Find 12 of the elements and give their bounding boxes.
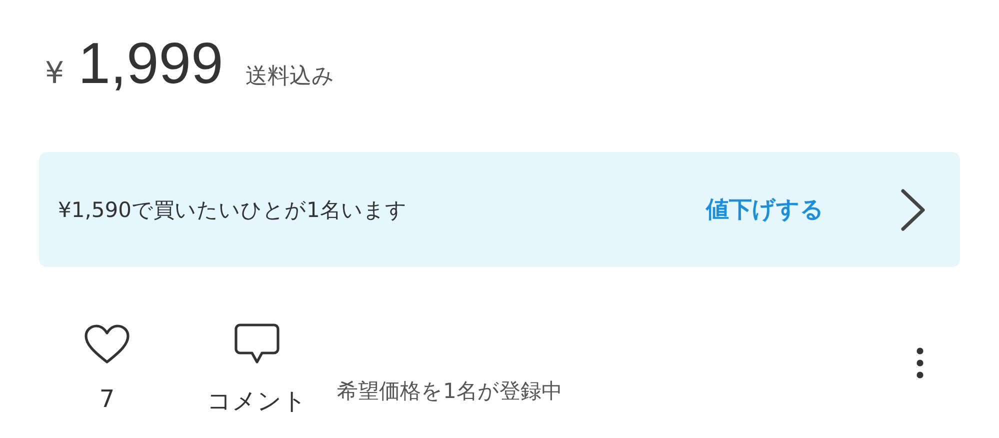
chevron-right-icon <box>900 188 926 232</box>
like-count: 7 <box>99 385 115 413</box>
more-options-icon[interactable] <box>916 347 924 379</box>
shipping-note: 送料込み <box>245 63 334 91</box>
offer-status: 希望価格を1名が登録中 <box>337 378 562 405</box>
heart-icon[interactable] <box>83 323 131 365</box>
currency-symbol: ¥ <box>45 56 64 91</box>
comment-icon[interactable] <box>234 323 280 365</box>
offer-message: ¥1,590で買いたいひとが1名います <box>58 196 408 224</box>
offer-banner[interactable]: ¥1,590で買いたいひとが1名います 値下げする <box>39 152 960 267</box>
price: 1,999 <box>78 30 224 97</box>
comment-label[interactable]: コメント <box>207 385 307 417</box>
